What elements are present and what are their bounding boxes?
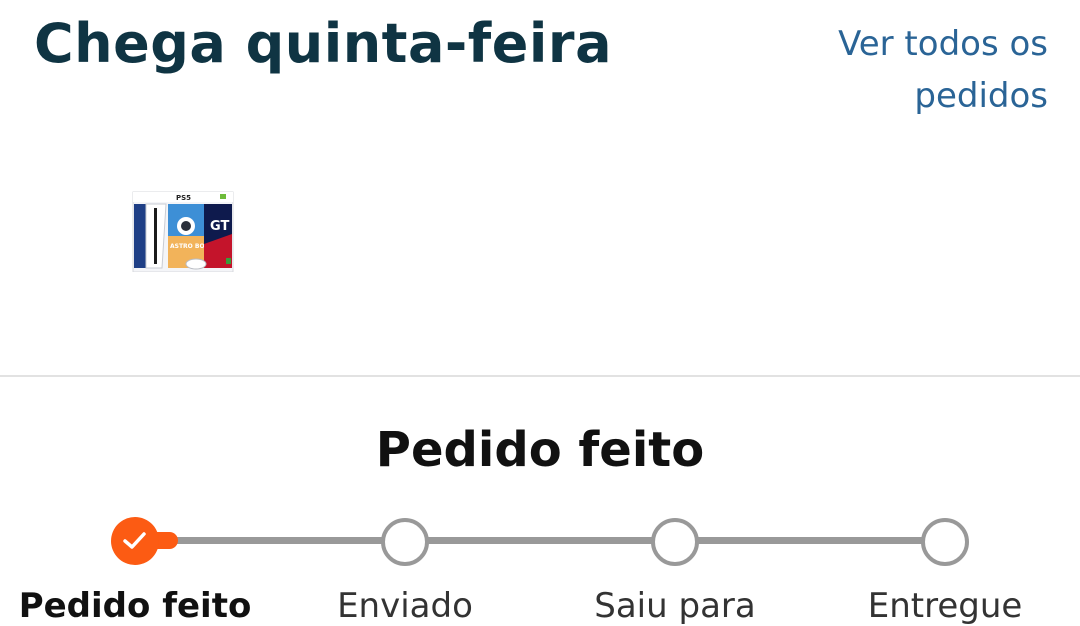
box-brand-label: PS5 xyxy=(176,194,191,202)
view-all-orders-line-2: pedidos xyxy=(914,76,1048,116)
step-label-out-for-delivery: Saiu para xyxy=(594,586,756,626)
track-segment-1 xyxy=(150,537,404,544)
view-all-orders-line-1: Ver todos os xyxy=(838,24,1048,64)
step-marker-shipped xyxy=(381,518,429,566)
product-image[interactable]: PS5 ASTRO BOT GT xyxy=(132,186,234,273)
page-title: Chega quinta-feira xyxy=(34,12,613,75)
step-label-shipped: Enviado xyxy=(337,586,473,626)
box-game-2-label: GT xyxy=(210,219,229,234)
step-marker-out-for-delivery xyxy=(651,518,699,566)
view-all-orders-link[interactable]: Ver todos os pedidos xyxy=(788,18,1048,122)
shipment-status-heading: Pedido feito xyxy=(375,422,705,478)
step-label-delivered: Entregue xyxy=(867,586,1023,626)
track-segment-2 xyxy=(404,537,674,544)
track-segment-3 xyxy=(674,537,944,544)
box-game-1-label: ASTRO BOT xyxy=(170,243,210,250)
step-marker-delivered xyxy=(921,518,969,566)
progress-tracker xyxy=(0,510,1080,570)
step-marker-ordered xyxy=(111,517,159,565)
step-label-ordered: Pedido feito xyxy=(18,586,252,626)
checkmark-icon xyxy=(123,532,146,549)
section-divider xyxy=(0,375,1080,377)
